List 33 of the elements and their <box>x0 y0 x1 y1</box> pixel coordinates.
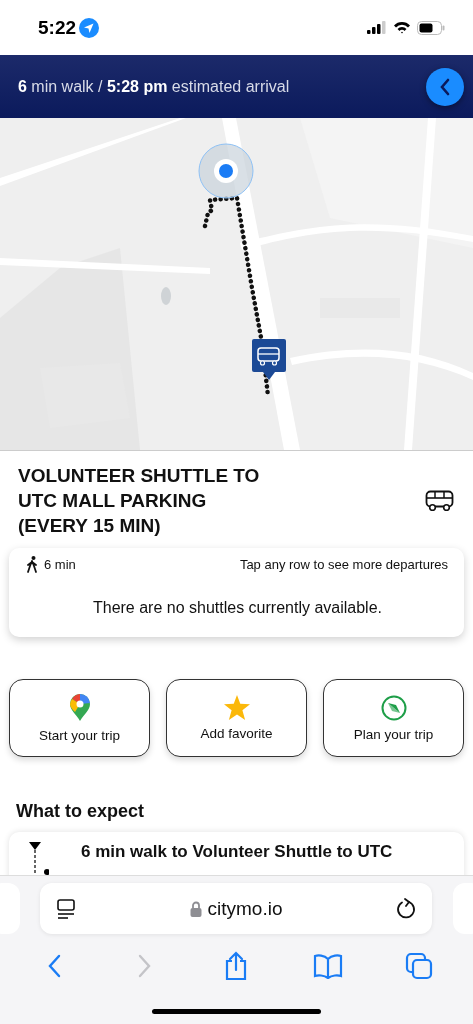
address-bar[interactable]: citymo.io <box>40 883 432 934</box>
back-icon <box>46 954 61 978</box>
back-button[interactable] <box>426 67 464 106</box>
section-heading: What to expect <box>16 801 145 822</box>
trip-summary: 6 min walk / 5:28 pm estimated arrival <box>18 77 290 96</box>
star-icon <box>223 695 250 720</box>
book-icon <box>312 953 343 979</box>
map-pin-icon <box>68 693 91 722</box>
departures-hint: Tap any row to see more departures <box>239 557 448 572</box>
reader-icon[interactable] <box>56 898 76 919</box>
no-shuttles-message: There are no shuttles currently available. <box>91 599 383 617</box>
bus-icon <box>425 489 455 512</box>
chevron-left-icon <box>439 77 451 96</box>
url-text: citymo.io <box>207 897 283 920</box>
signal-icon <box>367 21 387 34</box>
tabs-icon <box>405 952 434 980</box>
action-button[interactable]: Start your trip <box>9 679 150 757</box>
compass-icon <box>380 694 407 721</box>
share-icon <box>224 951 249 981</box>
lock-icon <box>189 900 202 917</box>
wifi-icon <box>393 21 411 34</box>
forward-icon <box>138 954 153 978</box>
walk-time: 6 min <box>44 557 76 572</box>
status-time: 5:22 <box>38 16 77 39</box>
reload-icon[interactable] <box>396 897 416 920</box>
action-button[interactable]: Plan your trip <box>323 679 464 757</box>
action-button[interactable]: Add favorite <box>166 679 307 757</box>
route-title: VOLUNTEER SHUTTLE TO UTC MALL PARKING (EVERY 15 MIN) <box>18 464 261 538</box>
current-location-marker <box>198 143 254 199</box>
bus-stop-marker <box>252 339 286 380</box>
battery-icon <box>417 20 445 35</box>
walking-person-icon <box>27 556 38 573</box>
step-text: 6 min walk to Volunteer Shuttle to UTC <box>81 842 393 863</box>
